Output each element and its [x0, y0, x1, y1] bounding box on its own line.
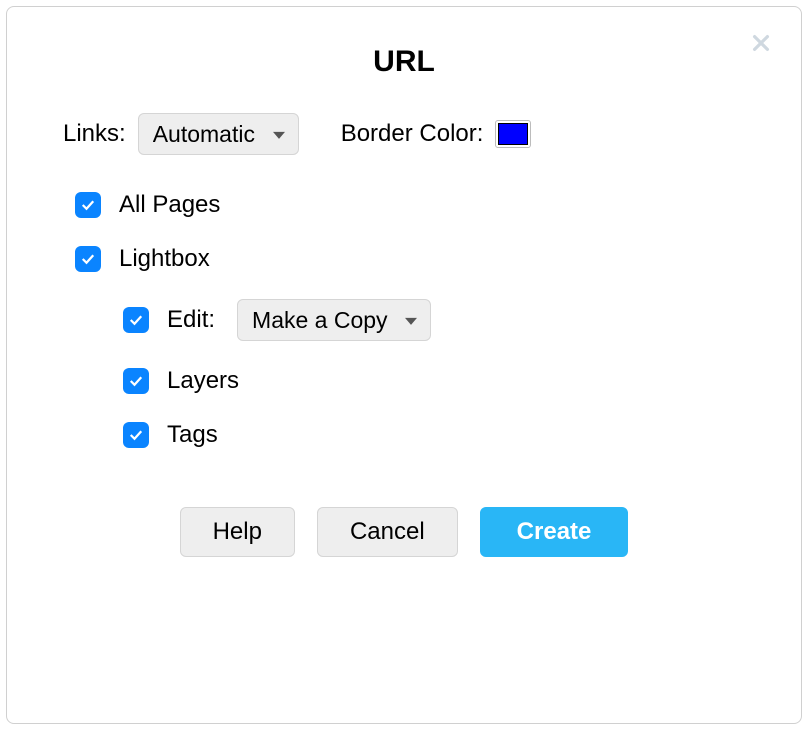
tags-label: Tags: [167, 421, 218, 449]
links-select[interactable]: Automatic: [138, 113, 299, 155]
links-label: Links:: [63, 120, 126, 148]
edit-label: Edit:: [167, 306, 215, 334]
create-button[interactable]: Create: [480, 507, 629, 557]
check-icon: [127, 372, 145, 390]
help-button[interactable]: Help: [180, 507, 295, 557]
links-select-wrap: Automatic: [138, 113, 299, 155]
layers-row: Layers: [123, 367, 745, 395]
check-icon: [79, 196, 97, 214]
layers-checkbox[interactable]: [123, 368, 149, 394]
border-color-label: Border Color:: [341, 120, 484, 148]
all-pages-row: All Pages: [75, 191, 745, 219]
button-row: Help Cancel Create: [63, 507, 745, 557]
lightbox-checkbox[interactable]: [75, 246, 101, 272]
close-icon: [750, 32, 772, 54]
border-color-swatch: [498, 123, 528, 145]
border-color-picker[interactable]: [495, 120, 531, 148]
edit-select-wrap: Make a Copy: [237, 299, 431, 341]
edit-checkbox[interactable]: [123, 307, 149, 333]
edit-row: Edit: Make a Copy: [123, 299, 745, 341]
tags-row: Tags: [123, 421, 745, 449]
links-border-row: Links: Automatic Border Color:: [63, 113, 745, 155]
cancel-button[interactable]: Cancel: [317, 507, 458, 557]
dialog-title: URL: [63, 45, 745, 79]
check-icon: [79, 250, 97, 268]
all-pages-label: All Pages: [119, 191, 220, 219]
all-pages-checkbox[interactable]: [75, 192, 101, 218]
lightbox-label: Lightbox: [119, 245, 210, 273]
check-icon: [127, 426, 145, 444]
layers-label: Layers: [167, 367, 239, 395]
url-dialog: URL Links: Automatic Border Color: All P…: [6, 6, 802, 724]
check-icon: [127, 311, 145, 329]
tags-checkbox[interactable]: [123, 422, 149, 448]
lightbox-row: Lightbox: [75, 245, 745, 273]
close-button[interactable]: [747, 29, 775, 57]
edit-select[interactable]: Make a Copy: [237, 299, 431, 341]
options-group: All Pages Lightbox Edit: Make a Copy L: [75, 191, 745, 449]
